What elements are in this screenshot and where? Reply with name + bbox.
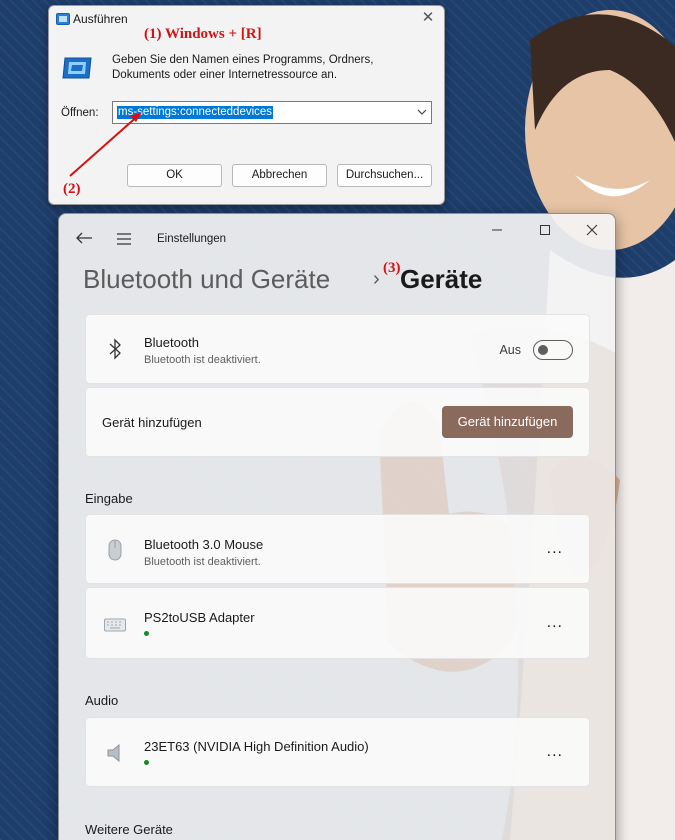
- breadcrumb-separator: ›: [373, 268, 380, 290]
- annotation-step-2: (2): [63, 181, 81, 197]
- device-name: Bluetooth 3.0 Mouse: [144, 537, 264, 552]
- add-device-label: Gerät hinzufügen: [102, 415, 202, 430]
- open-combobox[interactable]: ms-settings:connecteddevices: [112, 101, 432, 124]
- run-program-icon: [62, 57, 92, 79]
- more-options-icon[interactable]: ...: [547, 744, 563, 760]
- bluetooth-status: Bluetooth ist deaktiviert.: [144, 354, 261, 366]
- bluetooth-title: Bluetooth: [144, 335, 199, 350]
- device-card-mouse[interactable]: Bluetooth 3.0 Mouse Bluetooth ist deakti…: [85, 514, 590, 584]
- device-name: 23ET63 (NVIDIA High Definition Audio): [144, 739, 369, 754]
- page-title: Geräte: [400, 264, 483, 294]
- toggle-state-label: Aus: [499, 343, 521, 357]
- close-icon[interactable]: ✕: [420, 10, 436, 26]
- window-title: Einstellungen: [157, 233, 227, 245]
- minimize-icon[interactable]: [489, 222, 505, 238]
- keyboard-icon: [104, 618, 126, 632]
- run-description: Geben Sie den Namen eines Programms, Ord…: [112, 54, 374, 81]
- annotation-arrow-icon: [69, 112, 142, 177]
- chevron-down-icon[interactable]: [417, 105, 427, 119]
- browse-button[interactable]: Durchsuchen...: [337, 164, 432, 187]
- device-name: PS2toUSB Adapter: [144, 610, 255, 625]
- maximize-icon[interactable]: [537, 222, 553, 238]
- device-card-keyboard[interactable]: PS2toUSB Adapter ...: [85, 587, 590, 659]
- breadcrumb-parent[interactable]: Bluetooth und Geräte: [83, 264, 330, 295]
- hamburger-menu-icon[interactable]: [116, 232, 132, 246]
- speaker-icon: [107, 743, 120, 763]
- more-options-icon[interactable]: ...: [547, 615, 563, 631]
- more-options-icon[interactable]: ...: [547, 541, 563, 557]
- cancel-button[interactable]: Abbrechen: [232, 164, 327, 187]
- add-device-card: Gerät hinzufügen Gerät hinzufügen: [85, 387, 590, 457]
- connected-indicator: [144, 631, 149, 636]
- bluetooth-toggle[interactable]: [533, 340, 573, 360]
- add-device-button[interactable]: Gerät hinzufügen: [442, 406, 573, 438]
- settings-window: Einstellungen Bluetooth und Geräte › (3)…: [58, 213, 616, 840]
- annotation-step-1: (1) Windows + [R]: [144, 26, 262, 42]
- section-audio-label: Audio: [85, 693, 119, 708]
- run-app-icon: [56, 13, 70, 25]
- toggle-knob: [538, 345, 548, 355]
- back-arrow-icon[interactable]: [75, 230, 93, 246]
- run-dialog-title: Ausführen: [73, 12, 128, 26]
- bluetooth-icon: [109, 338, 121, 360]
- annotation-step-3: (3): [383, 260, 401, 276]
- device-status: Bluetooth ist deaktiviert.: [144, 556, 261, 568]
- section-other-label: Weitere Geräte: [85, 822, 173, 837]
- close-window-icon[interactable]: [584, 222, 600, 238]
- bluetooth-card: Bluetooth Bluetooth ist deaktiviert. Aus: [85, 314, 590, 384]
- mouse-icon: [108, 539, 122, 561]
- section-input-label: Eingabe: [85, 491, 133, 506]
- connected-indicator: [144, 760, 149, 765]
- device-card-audio[interactable]: 23ET63 (NVIDIA High Definition Audio) ..…: [85, 717, 590, 787]
